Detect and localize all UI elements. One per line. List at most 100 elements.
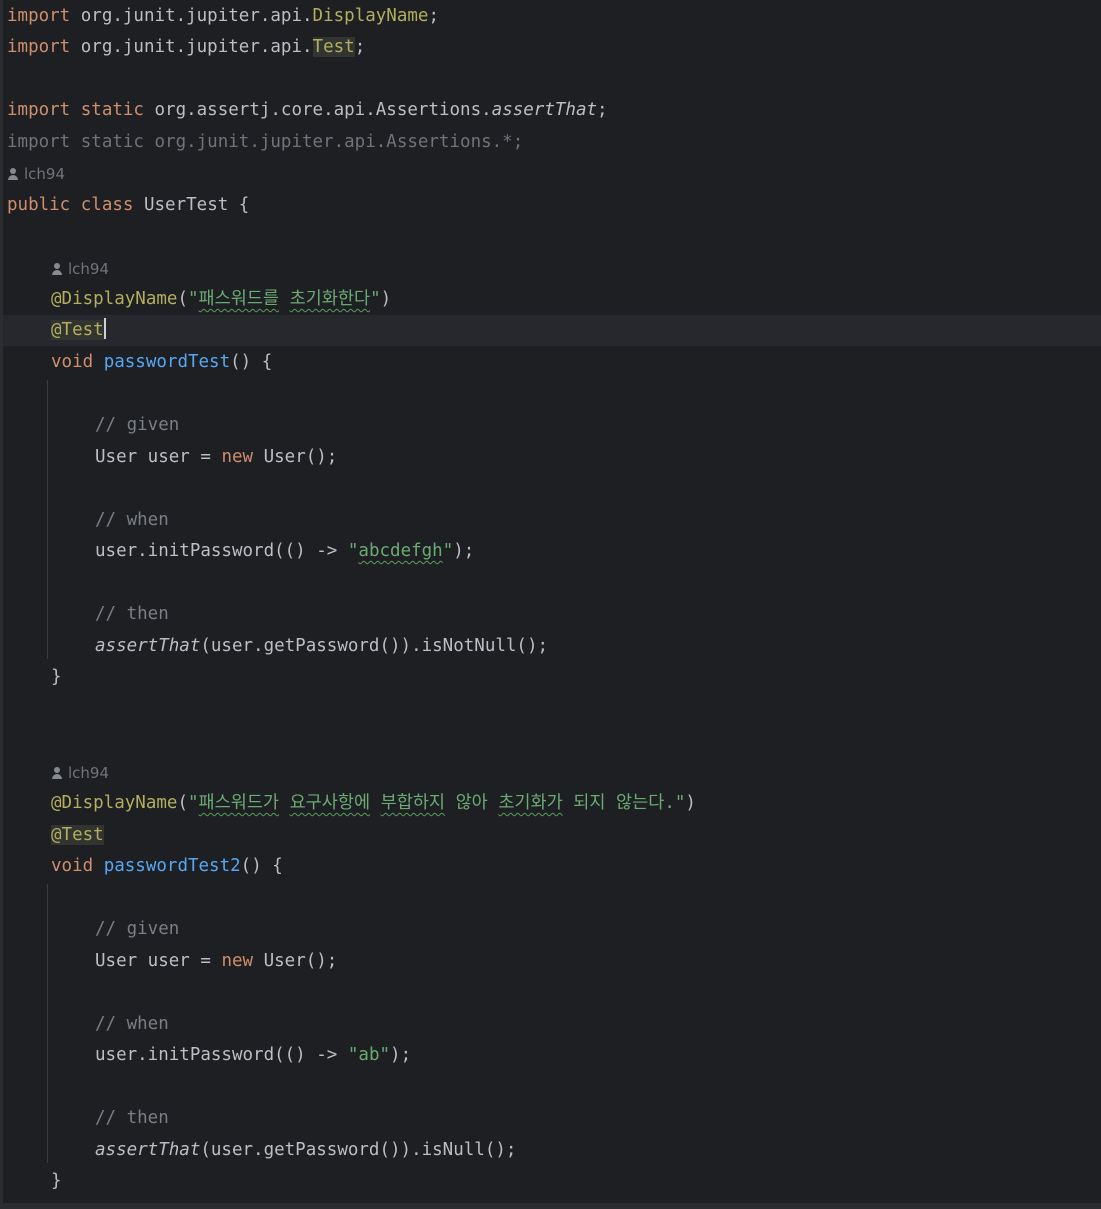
person-icon xyxy=(51,263,63,275)
display-word: 부합하지 xyxy=(380,793,446,813)
test1-test-annotation-line[interactable]: @Test xyxy=(3,315,1101,346)
signature-end: () { xyxy=(230,352,273,372)
closing-brace: } xyxy=(51,667,62,687)
display-word: 않아 xyxy=(455,793,488,813)
gutter-edge xyxy=(0,0,3,1209)
display-word: 요구사항에 xyxy=(289,793,371,813)
import-test-line[interactable]: import org.junit.jupiter.api.Test; xyxy=(7,32,365,63)
displayname-annotation[interactable]: @DisplayName xyxy=(51,289,177,309)
semicolon: ; xyxy=(428,6,439,26)
void-keyword: void xyxy=(51,856,94,876)
display-word: 않는다. xyxy=(616,793,675,813)
import-displayname-line[interactable]: import org.junit.jupiter.api.DisplayName… xyxy=(7,1,439,32)
void-keyword: void xyxy=(51,352,94,372)
import-keyword: import xyxy=(7,37,71,57)
person-icon xyxy=(51,767,63,779)
person-icon xyxy=(7,168,19,180)
indent-guide xyxy=(47,884,48,1163)
test1-method-signature[interactable]: void passwordTest() { xyxy=(51,347,272,378)
quote: " xyxy=(442,541,454,561)
comment-given: // given xyxy=(95,415,180,435)
constructor-call: User(); xyxy=(253,951,338,971)
unused-import-line[interactable]: import static org.junit.jupiter.api.Asse… xyxy=(7,127,523,158)
assert-args: (user.getPassword()).isNotNull(); xyxy=(200,636,549,656)
declaration-text: User user = xyxy=(95,951,222,971)
paren: ( xyxy=(177,289,188,309)
quote: " xyxy=(674,793,686,813)
comment-then: // then xyxy=(95,1108,169,1128)
comment-when: // when xyxy=(95,510,169,530)
assert-line[interactable]: assertThat(user.getPassword()).isNotNull… xyxy=(95,631,548,662)
method-name[interactable]: passwordTest2 xyxy=(104,856,241,876)
test2-displayname-line[interactable]: @DisplayName("패스워드가 요구사항에 부합하지 않아 초기화가 되… xyxy=(51,788,696,819)
import-keyword: import xyxy=(7,6,71,26)
method-name[interactable]: passwordTest xyxy=(104,352,230,372)
test1-displayname-line[interactable]: @DisplayName("패스워드를 초기화한다") xyxy=(51,284,391,315)
package-name: org.junit.jupiter.api. xyxy=(70,6,313,26)
assert-function[interactable]: assertThat xyxy=(95,1140,200,1160)
imported-method[interactable]: assertThat xyxy=(492,100,597,120)
text-caret xyxy=(103,318,106,339)
new-keyword: new xyxy=(221,951,254,971)
quote: " xyxy=(187,289,199,309)
import-static-keyword: import static xyxy=(7,100,144,120)
comment-when: // when xyxy=(95,1014,169,1034)
constructor-call: User(); xyxy=(253,447,338,467)
author-name: lch94 xyxy=(68,764,110,782)
imported-class-highlighted[interactable]: Test xyxy=(312,37,355,57)
test1-author-lens[interactable]: lch94 xyxy=(51,257,109,281)
import-assertthat-line[interactable]: import static org.assertj.core.api.Asser… xyxy=(7,95,608,126)
author-name: lch94 xyxy=(24,165,66,183)
quote: " xyxy=(370,289,381,309)
display-word: 초기화한다 xyxy=(289,289,371,309)
test2-author-lens[interactable]: lch94 xyxy=(51,761,109,785)
horizontal-scrollbar[interactable] xyxy=(0,1203,1101,1209)
comment-then: // then xyxy=(95,604,169,624)
assert-function[interactable]: assertThat xyxy=(95,636,200,656)
string-literal: abcdefgh xyxy=(358,541,443,561)
indent-guide xyxy=(47,380,48,659)
package-name: org.assertj.core.api.Assertions. xyxy=(143,100,492,120)
test2-method-signature[interactable]: void passwordTest2() { xyxy=(51,851,283,882)
assert-args: (user.getPassword()).isNull(); xyxy=(200,1140,517,1160)
package-name: org.junit.jupiter.api. xyxy=(70,37,313,57)
imported-class[interactable]: DisplayName xyxy=(313,6,429,26)
quote: " xyxy=(187,793,199,813)
paren: ( xyxy=(177,793,188,813)
public-class-keyword: public class xyxy=(7,195,134,215)
display-word: 초기화가 xyxy=(498,793,563,813)
user-declaration[interactable]: User user = new User(); xyxy=(95,442,337,473)
quote: " xyxy=(347,541,359,561)
display-word: 패스워드가 xyxy=(198,793,280,813)
display-word: 패스워드를 xyxy=(198,289,280,309)
display-word: 되지 xyxy=(573,793,606,813)
class-author-lens[interactable]: lch94 xyxy=(7,162,65,186)
assert-line[interactable]: assertThat(user.getPassword()).isNull(); xyxy=(95,1135,516,1166)
test2-test-annotation-line[interactable]: @Test xyxy=(51,820,104,851)
string-literal: "ab" xyxy=(347,1045,391,1065)
displayname-annotation[interactable]: @DisplayName xyxy=(51,793,177,813)
init-password-call[interactable]: user.initPassword(() -> "abcdefgh"); xyxy=(95,536,474,567)
paren: ) xyxy=(380,289,392,309)
paren: ) xyxy=(685,793,696,813)
class-name[interactable]: UserTest { xyxy=(133,195,249,215)
call-text: user.initPassword(() -> xyxy=(95,541,348,561)
closing-brace: } xyxy=(51,1171,62,1191)
semicolon: ; xyxy=(597,100,608,120)
semicolon: ; xyxy=(354,37,366,57)
call-end: ); xyxy=(390,1045,412,1065)
class-declaration-line[interactable]: public class UserTest { xyxy=(7,190,249,221)
declaration-text: User user = xyxy=(95,447,222,467)
test-annotation[interactable]: @Test xyxy=(51,825,104,845)
test-annotation[interactable]: @Test xyxy=(51,320,104,340)
call-text: user.initPassword(() -> xyxy=(95,1045,348,1065)
user-declaration[interactable]: User user = new User(); xyxy=(95,946,337,977)
new-keyword: new xyxy=(221,447,254,467)
code-editor[interactable]: import org.junit.jupiter.api.DisplayName… xyxy=(0,0,1101,1209)
signature-end: () { xyxy=(240,856,283,876)
call-end: ); xyxy=(453,541,475,561)
init-password-call[interactable]: user.initPassword(() -> "ab"); xyxy=(95,1040,411,1071)
author-name: lch94 xyxy=(68,260,110,278)
comment-given: // given xyxy=(95,919,180,939)
